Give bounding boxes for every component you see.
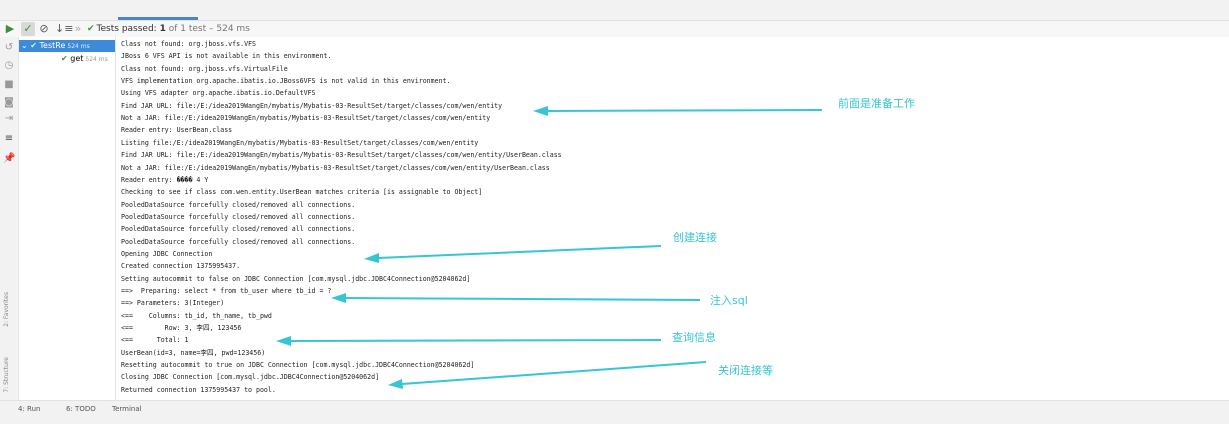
console-line: Listing file:/E:/idea2019WangEn/mybatis/… [121, 138, 479, 147]
check-icon: ✔ [30, 41, 37, 50]
favorites-vertical-tab[interactable]: 2: Favorites [3, 292, 10, 327]
check-icon: ✔ [61, 54, 68, 63]
expand-chevron-icon[interactable]: ⌄ [21, 41, 28, 50]
console-line: Find JAR URL: file:/E:/idea2019WangEn/my… [121, 101, 503, 110]
console-line: Closing JDBC Connection [com.mysql.jdbc.… [121, 373, 380, 382]
console-line: Resetting autocommit to true on JDBC Con… [121, 361, 475, 370]
console-line: Find JAR URL: file:/E:/idea2019WangEn/my… [121, 151, 562, 160]
console-line: Reader entry: UserBean.class [121, 126, 233, 135]
tree-item-time: 524 ms [67, 43, 90, 50]
tree-item-label: TestRe [39, 41, 66, 50]
console-line: Class not found: org.jboss.vfs.VirtualFi… [121, 64, 288, 73]
console-output[interactable]: Class not found: org.jboss.vfs.VFS JBoss … [116, 37, 1229, 400]
active-tab-indicator [118, 17, 198, 20]
console-line: Class not found: org.jboss.vfs.VFS [121, 40, 256, 48]
layout-icon[interactable]: ≡ [3, 133, 15, 145]
console-line: <== Total: 1 [121, 336, 189, 345]
annotation-label: 查询信息 [672, 331, 716, 344]
tab-todo[interactable]: 6: TODO [66, 404, 96, 414]
console-line: Not a JAR: file:/E:/idea2019WangEn/mybat… [121, 163, 550, 172]
console-line: PooledDataSource forcefully closed/remov… [121, 237, 356, 246]
structure-vertical-tab[interactable]: 7: Structure [3, 357, 10, 393]
bottom-tool-bar: 4: Run 6: TODO Terminal [0, 400, 1229, 424]
console-line: Using VFS adapter org.apache.ibatis.io.D… [121, 89, 316, 98]
rerun-icon[interactable]: ▶ [3, 22, 17, 36]
console-line: Not a JAR: file:/E:/idea2019WangEn/mybat… [121, 114, 491, 123]
summary-count: 1 [159, 24, 166, 34]
console-line: <== Columns: tb_id, th_name, tb_pwd [121, 311, 272, 320]
annotation-label: 创建连接 [673, 231, 717, 244]
tab-run[interactable]: 4: Run [18, 404, 40, 414]
tree-item-get[interactable]: ✔ get 524 ms [19, 53, 115, 65]
summary-detail: of 1 test – 524 ms [168, 24, 250, 34]
console-line: ==> Preparing: select * from tb_user whe… [121, 287, 332, 295]
console-line: Created connection 1375995437. [121, 262, 241, 271]
pin-icon[interactable]: 📌 [3, 153, 15, 165]
test-tree: ⌄ ✔ TestRe 524 ms ✔ get 524 ms [19, 37, 116, 400]
tab-terminal[interactable]: Terminal [112, 404, 142, 414]
console-line: Reader entry: ���� 4 Y [121, 175, 209, 184]
annotation-label: 关闭连接等 [718, 364, 773, 377]
show-ignored-toggle[interactable]: ⊘ [37, 22, 51, 36]
console-line: ==> Parameters: 3(Integer) [121, 299, 225, 308]
camera-icon[interactable]: ◙ [3, 97, 15, 109]
stop-icon[interactable]: ■ [3, 79, 15, 91]
console-line: Setting autocommit to false on JDBC Conn… [121, 274, 471, 283]
annotation-label: 前面是准备工作 [838, 97, 915, 110]
tree-item-label: get [70, 54, 84, 63]
tree-item-time: 524 ms [85, 56, 108, 63]
more-chevron-icon[interactable]: » [71, 22, 85, 36]
console-line: UserBean(id=3, name=李四, pwd=123456) [121, 348, 266, 357]
check-icon: ✔ [87, 24, 95, 34]
exit-icon[interactable]: ⇥ [3, 113, 15, 125]
summary-status: Tests passed: [96, 24, 157, 34]
clock-icon[interactable]: ◷ [3, 60, 15, 72]
tree-item-testre[interactable]: ⌄ ✔ TestRe 524 ms [19, 40, 115, 52]
console-line: PooledDataSource forcefully closed/remov… [121, 225, 356, 234]
history-icon[interactable]: ↺ [3, 42, 15, 54]
test-summary: ✔ Tests passed: 1 of 1 test – 524 ms [87, 22, 250, 36]
console-line: JBoss 6 VFS API is not available in this… [121, 52, 332, 61]
console-line: VFS implementation org.apache.ibatis.io.… [121, 77, 451, 86]
sort-icon[interactable]: ↓≡ [55, 22, 73, 36]
console-line: PooledDataSource forcefully closed/remov… [121, 212, 356, 221]
console-line: Checking to see if class com.wen.entity.… [121, 188, 483, 197]
console-line: PooledDataSource forcefully closed/remov… [121, 200, 356, 209]
show-passed-toggle[interactable]: ✓ [21, 22, 35, 36]
left-tool-strip: ↺ ◷ ■ ◙ ⇥ ≡ 📌 2: Favorites 7: Structure [0, 37, 19, 400]
run-toolbar: ▶ ✓ ⊘ ↓≡ » ✔ Tests passed: 1 of 1 test – … [0, 21, 1229, 37]
console-line: <== Row: 3, 李四, 123456 [121, 324, 242, 333]
console-line: Opening JDBC Connection [121, 249, 213, 258]
console-line: Returned connection 1375995437 to pool. [121, 385, 276, 394]
annotation-label: 注入sql [710, 294, 748, 307]
